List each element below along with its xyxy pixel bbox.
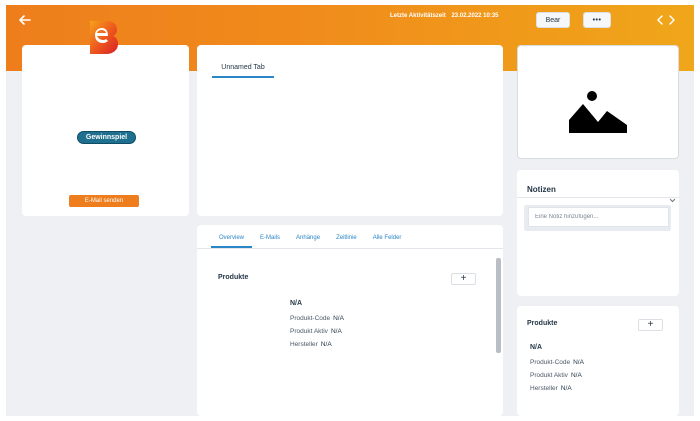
- scrollbar[interactable]: [496, 258, 501, 353]
- brand-logo: [90, 21, 118, 54]
- products-section-title: Produkte: [218, 274, 249, 281]
- field-value: N/A: [573, 359, 584, 366]
- tab-timeline[interactable]: Zeitlinie: [328, 234, 365, 248]
- product-code-side-field: Produkt-Code N/A: [530, 359, 584, 366]
- main-content-card: [197, 225, 503, 416]
- chevron-left-icon[interactable]: [655, 14, 665, 26]
- chevron-down-icon[interactable]: [669, 198, 676, 203]
- divider: [517, 197, 679, 198]
- divider: [197, 248, 503, 249]
- tab-overview[interactable]: Overview: [211, 234, 253, 248]
- send-email-button[interactable]: E-Mail senden: [69, 195, 139, 207]
- arrow-left-icon[interactable]: [18, 13, 32, 27]
- app-frame: Letzte Aktivitätszeit 23.02.2022 10:35 B…: [6, 5, 694, 416]
- last-activity-date: 23.02.2022 10:35: [451, 13, 499, 19]
- manufacturer-side-field: Hersteller N/A: [530, 385, 572, 392]
- add-note-input[interactable]: [528, 207, 669, 227]
- field-value: N/A: [333, 315, 344, 322]
- field-label: Hersteller: [530, 385, 558, 392]
- manufacturer-field: Hersteller N/A: [290, 341, 332, 348]
- product-active-field: Produkt Aktiv N/A: [290, 328, 342, 335]
- last-activity-label: Letzte Aktivitätszeit: [390, 13, 446, 19]
- field-value: N/A: [570, 372, 582, 379]
- product-active-side-field: Produkt Aktiv N/A: [530, 372, 582, 379]
- status-badge: Gewinnspiel: [77, 131, 136, 144]
- add-product-button[interactable]: +: [451, 273, 476, 285]
- field-label: Produkt-Code: [290, 315, 331, 322]
- tab-emails[interactable]: E-Mails: [252, 234, 288, 248]
- tab-attachments[interactable]: Anhänge: [288, 234, 328, 248]
- more-actions-button[interactable]: •••: [583, 12, 611, 28]
- add-product-side-button[interactable]: +: [638, 319, 663, 331]
- field-label: Produkt-Code: [530, 359, 571, 366]
- product-code-field: Produkt-Code N/A: [290, 315, 344, 322]
- field-value: N/A: [330, 328, 342, 335]
- last-activity: Letzte Aktivitätszeit 23.02.2022 10:35: [390, 13, 499, 19]
- edit-button[interactable]: Bear: [536, 12, 570, 28]
- tab-unnamed[interactable]: Unnamed Tab: [212, 64, 274, 78]
- field-value: N/A: [320, 341, 332, 348]
- product-name: N/A: [290, 300, 303, 307]
- main-tabs: Overview E-Mails Anhänge Zeitlinie Alle …: [211, 234, 409, 248]
- chevron-right-icon[interactable]: [667, 14, 677, 26]
- field-label: Produkt Aktiv: [290, 328, 328, 335]
- product-side-name: N/A: [530, 344, 543, 351]
- tab-all-fields[interactable]: Alle Felder: [365, 234, 410, 248]
- notes-title: Notizen: [527, 185, 556, 194]
- image-placeholder-icon[interactable]: [569, 90, 627, 133]
- field-label: Hersteller: [290, 341, 318, 348]
- field-label: Produkt Aktiv: [530, 372, 568, 379]
- products-side-title: Produkte: [527, 320, 558, 327]
- field-value: N/A: [560, 385, 572, 392]
